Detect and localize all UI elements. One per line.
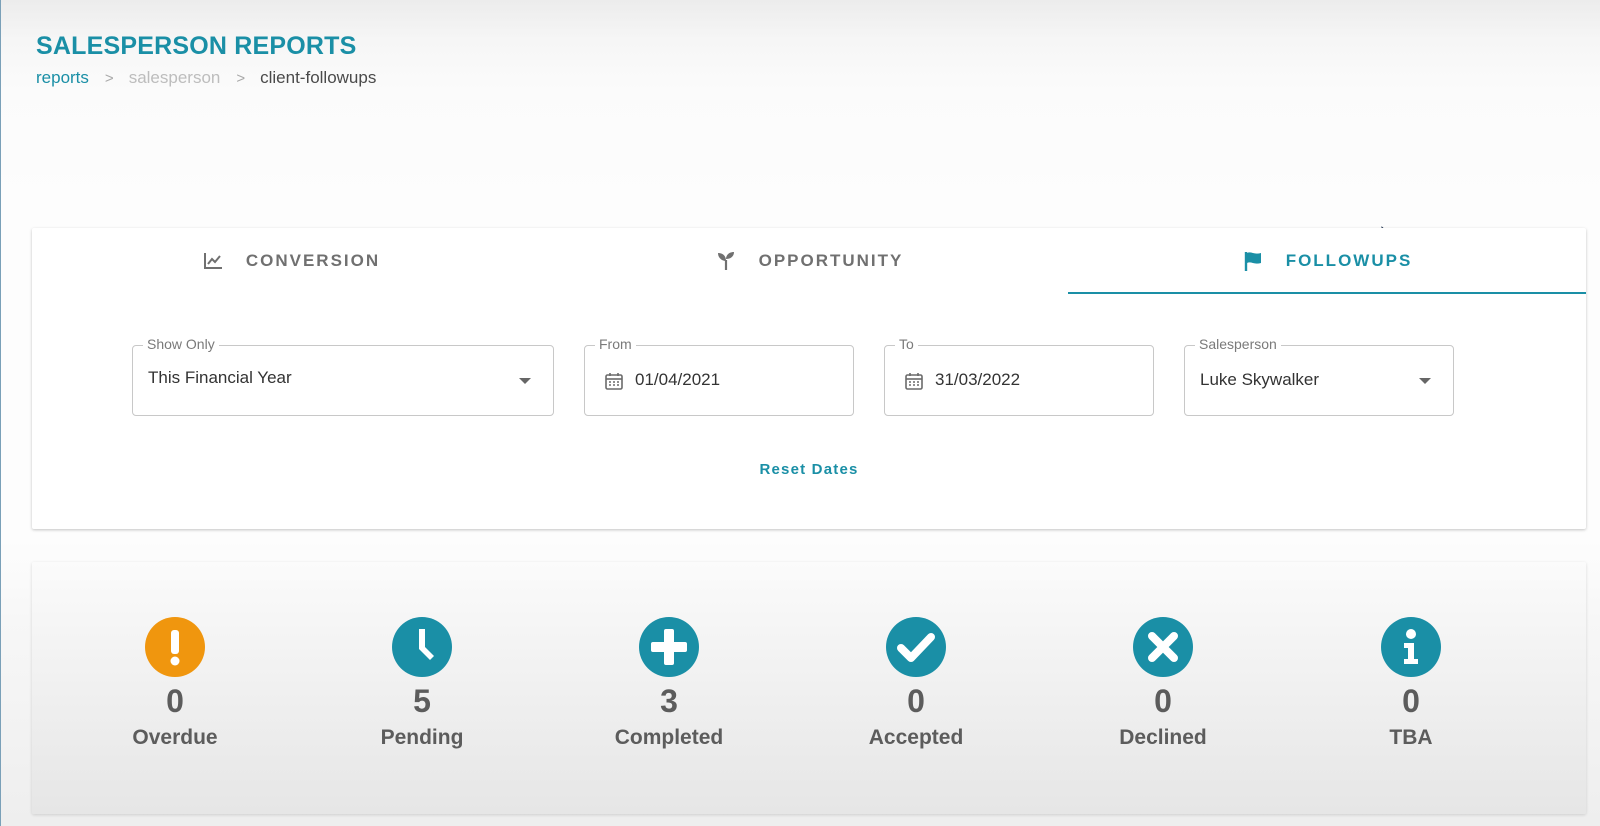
flag-icon [1244, 252, 1261, 271]
chart-line-icon [203, 253, 222, 269]
breadcrumb-salesperson[interactable]: salesperson [129, 68, 221, 88]
clock-icon [392, 617, 452, 677]
reset-dates-button[interactable]: Reset Dates [32, 461, 1586, 478]
stat-completed-count: 3 [660, 683, 678, 719]
tab-opportunity-label: OPPORTUNITY [758, 251, 904, 270]
stat-declined-label: Declined [1119, 726, 1207, 749]
stat-overdue-count: 0 [166, 683, 184, 719]
from-date-value: 01/04/2021 [635, 370, 721, 389]
show-only-value: This Financial Year [148, 368, 292, 387]
page-title: SALESPERSON REPORTS [36, 32, 357, 60]
stat-declined[interactable]: 0 Declined [1073, 617, 1253, 750]
breadcrumb-separator: > [236, 69, 246, 87]
stat-declined-count: 0 [1154, 683, 1172, 719]
stat-completed[interactable]: 3 Completed [579, 617, 759, 750]
tab-followups-label: FOLLOWUPS [1285, 251, 1413, 270]
filters-card: CONVERSION OPPORTUNITY FOLLOWUPS Show On… [32, 228, 1586, 529]
calendar-icon [905, 373, 923, 390]
salesperson-label: Salesperson [1195, 336, 1281, 352]
times-icon [1133, 617, 1193, 677]
tab-opportunity[interactable]: OPPORTUNITY [550, 228, 1068, 294]
from-label: From [595, 336, 636, 352]
show-only-label: Show Only [143, 336, 219, 352]
to-date-value: 31/03/2022 [935, 370, 1021, 389]
stat-pending-label: Pending [380, 726, 464, 749]
breadcrumb-current: client-followups [260, 68, 377, 87]
stat-overdue-label: Overdue [132, 726, 218, 749]
calendar-icon [605, 373, 623, 390]
sprout-icon [717, 252, 734, 270]
stat-pending-count: 5 [413, 683, 431, 719]
breadcrumb-separator: > [104, 69, 114, 87]
stat-tba-label: TBA [1389, 726, 1433, 749]
stat-accepted[interactable]: 0 Accepted [826, 617, 1006, 750]
stat-accepted-label: Accepted [868, 726, 964, 749]
chevron-down-icon [519, 378, 531, 384]
stat-completed-label: Completed [614, 726, 724, 749]
stat-tba-count: 0 [1402, 683, 1420, 719]
breadcrumb: reports > salesperson > client-followups [36, 68, 376, 88]
check-icon [886, 617, 946, 677]
tab-followups[interactable]: FOLLOWUPS [1068, 228, 1586, 294]
salesperson-select[interactable]: Salesperson Luke Skywalker [1184, 336, 1454, 416]
to-label: To [895, 336, 918, 352]
breadcrumb-reports-link[interactable]: reports [36, 68, 89, 88]
show-only-select[interactable]: Show Only This Financial Year [132, 336, 554, 416]
window-edge [0, 0, 1, 826]
tab-conversion[interactable]: CONVERSION [32, 228, 550, 294]
stat-accepted-count: 0 [907, 683, 925, 719]
info-icon [1381, 617, 1441, 677]
from-date-field[interactable]: From 01/04/2021 [584, 336, 854, 416]
salesperson-value: Luke Skywalker [1200, 370, 1320, 389]
stat-pending[interactable]: 5 Pending [332, 617, 512, 750]
stat-overdue[interactable]: 0 Overdue [85, 617, 265, 750]
to-date-field[interactable]: To 31/03/2022 [884, 336, 1154, 416]
report-tabs: CONVERSION OPPORTUNITY FOLLOWUPS [32, 228, 1586, 294]
tab-conversion-label: CONVERSION [245, 251, 381, 270]
plus-icon [639, 617, 699, 677]
chevron-down-icon [1419, 378, 1431, 384]
stat-tba[interactable]: 0 TBA [1321, 617, 1501, 750]
exclamation-icon [145, 617, 205, 677]
followup-stats-card: 0 Overdue 5 Pending 3 Completed 0 Accept… [32, 562, 1586, 814]
